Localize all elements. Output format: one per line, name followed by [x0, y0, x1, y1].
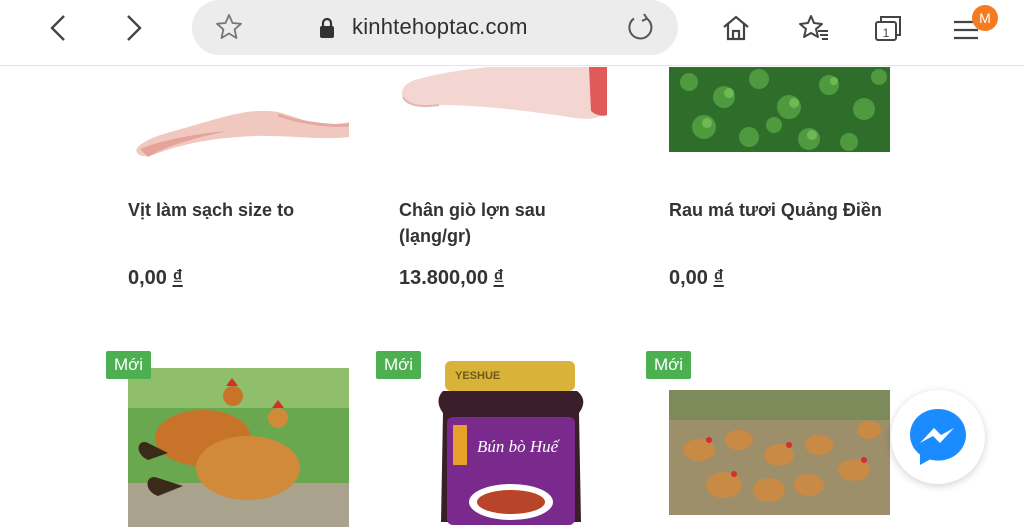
- new-badge: Mới: [376, 351, 422, 379]
- browser-toolbar: kinhtehoptac.com 1 M: [0, 0, 1024, 66]
- messenger-chat-button[interactable]: [891, 390, 985, 484]
- address-bar[interactable]: kinhtehoptac.com: [192, 0, 678, 55]
- home-icon: [723, 15, 749, 41]
- lock-icon: [320, 17, 334, 38]
- profile-badge[interactable]: M: [972, 5, 998, 31]
- new-badge: Mới: [106, 351, 152, 379]
- back-button[interactable]: [34, 6, 82, 50]
- home-button[interactable]: [712, 6, 760, 50]
- messenger-icon: [910, 409, 966, 465]
- svg-text:1: 1: [883, 26, 890, 40]
- product-name[interactable]: Vịt làm sạch size to: [128, 197, 358, 223]
- bookmark-star-icon[interactable]: [214, 12, 244, 42]
- product-price: 0,00 ₫: [669, 267, 724, 289]
- tabs-icon: 1: [875, 16, 901, 41]
- bookmarks-button[interactable]: [790, 6, 838, 50]
- product-name[interactable]: Chân giò lợn sau (lạng/gr): [399, 197, 599, 249]
- jar-brand-label: YESHUE: [455, 370, 500, 382]
- product-image-bun-bo-hue-jar[interactable]: YESHUE Bún bò Huế: [399, 357, 620, 527]
- new-badge: Mới: [646, 351, 692, 379]
- product-price: 0,00 ₫: [128, 267, 183, 289]
- product-image-chickens-flock[interactable]: [669, 390, 890, 515]
- chevron-right-icon: [127, 15, 142, 41]
- chevron-left-icon: [50, 15, 65, 41]
- tabs-button[interactable]: 1: [864, 6, 912, 50]
- product-image-pennywort[interactable]: [669, 67, 890, 152]
- forward-button[interactable]: [110, 6, 158, 50]
- bookmark-list-icon: [799, 15, 828, 40]
- url-text: kinhtehoptac.com: [352, 14, 528, 39]
- product-image-chicken[interactable]: [128, 368, 349, 527]
- reload-icon[interactable]: [624, 12, 656, 44]
- product-image-duck[interactable]: [128, 67, 349, 167]
- product-name[interactable]: Rau má tươi Quảng Điền: [669, 197, 909, 223]
- jar-title-label: Bún bò Huế: [477, 437, 561, 456]
- product-image-pork-leg[interactable]: [399, 67, 609, 167]
- product-price: 13.800,00 ₫: [399, 267, 504, 289]
- product-grid: Vịt làm sạch size to 0,00 ₫ Chân giò lợn…: [0, 67, 1024, 527]
